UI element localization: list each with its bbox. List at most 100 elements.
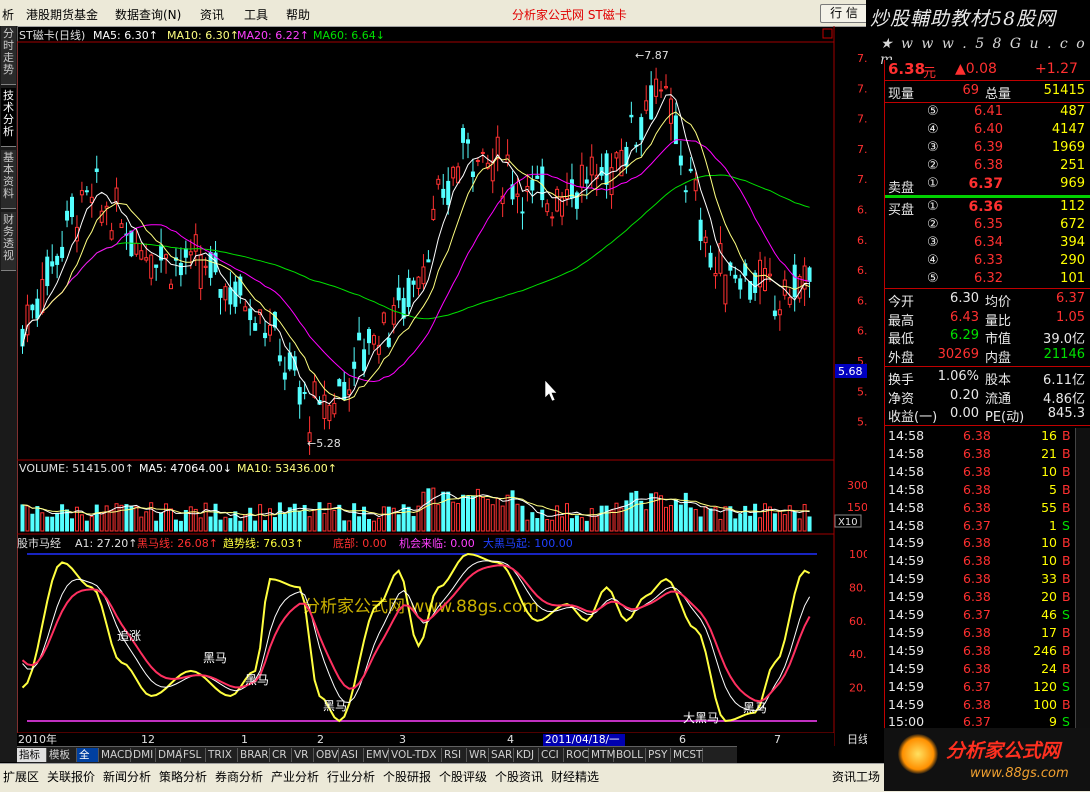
indicator-tab-模板[interactable]: 模板 bbox=[47, 748, 77, 762]
indicator-tab-mcst[interactable]: MCST bbox=[671, 748, 703, 762]
bottom-tab-9[interactable]: 个股资讯 bbox=[495, 768, 543, 785]
bottom-tab-5[interactable]: 产业分析 bbox=[271, 768, 319, 785]
candle-body bbox=[70, 196, 74, 218]
menu-item-news[interactable]: 资讯 bbox=[200, 6, 224, 23]
panel-maximize-icon[interactable] bbox=[822, 28, 833, 39]
bottom-tab-2[interactable]: 新闻分析 bbox=[103, 768, 151, 785]
chart-area[interactable]: ST磁卡(日线) MA5: 6.30↑ MA10: 6.30↑ MA20: 6.… bbox=[17, 26, 867, 746]
tick-volume: 10 bbox=[1041, 535, 1057, 551]
tab-fundamentals[interactable]: 基本资料 bbox=[1, 150, 16, 209]
volume-bar bbox=[159, 512, 164, 532]
bottom-tab-10[interactable]: 财经精选 bbox=[551, 768, 599, 785]
indicator-tab-boll[interactable]: BOLL bbox=[614, 748, 646, 762]
buy-volume: 290 bbox=[1060, 253, 1085, 268]
tick-side: B bbox=[1062, 589, 1071, 605]
quote-button[interactable]: 行 信 bbox=[820, 4, 868, 23]
volume-tick-label: 15000 bbox=[847, 501, 867, 514]
indicator-tab-vol-tdx[interactable]: VOL-TDX bbox=[389, 748, 442, 762]
indicator-tab-obv[interactable]: OBV bbox=[314, 748, 339, 762]
tick-volume: 10 bbox=[1041, 553, 1057, 569]
indicator-tab-dmi[interactable]: DMI bbox=[131, 748, 156, 762]
volume-bar bbox=[634, 490, 639, 532]
volume-bar bbox=[124, 504, 129, 532]
tick-volume: 5 bbox=[1049, 481, 1057, 497]
candle-body bbox=[55, 255, 60, 265]
volume-bar bbox=[297, 510, 302, 532]
price-tick-label: 5.60 bbox=[857, 385, 867, 398]
indicator-tab-mtm[interactable]: MTM bbox=[589, 748, 616, 762]
volume-bar bbox=[35, 506, 40, 532]
bottom-tab-4[interactable]: 券商分析 bbox=[215, 768, 263, 785]
stat-label: 股本 bbox=[985, 373, 1012, 388]
volume-bar bbox=[480, 496, 485, 532]
quote-panel: 6.38 元 ▲0.08 +1.27 现量 69 总量 51415 ⑤ 6.41 4… bbox=[884, 60, 1090, 762]
menu-item-hk-futures[interactable]: 港股期货基金 bbox=[26, 6, 98, 23]
candle-body bbox=[119, 223, 124, 229]
candle-body bbox=[342, 381, 347, 400]
bottom-tab-0[interactable]: 扩展区 bbox=[3, 768, 39, 785]
time-label-7: 7 bbox=[774, 733, 781, 746]
indicator-tab-kdj[interactable]: KDJ bbox=[514, 748, 539, 762]
buy-level: ③ bbox=[927, 235, 939, 250]
volume-bar bbox=[589, 508, 594, 532]
tick-price: 6.38 bbox=[963, 642, 991, 658]
volume-bar bbox=[649, 493, 654, 532]
volume-bar bbox=[312, 509, 317, 532]
bottom-tab-8[interactable]: 个股评级 bbox=[439, 768, 487, 785]
volume-bar bbox=[495, 497, 500, 532]
menu-item-tools[interactable]: 工具 bbox=[244, 6, 268, 23]
sell-level: ① bbox=[927, 176, 939, 191]
period-label[interactable]: 日线 bbox=[847, 732, 867, 746]
left-tab-bar: 分时走势 技术分析 基本资料 财务透视 bbox=[0, 26, 18, 762]
candle-body bbox=[466, 139, 470, 144]
indicator-tab-vr[interactable]: VR bbox=[292, 748, 314, 762]
menu-item-analysis[interactable]: 析 bbox=[2, 6, 14, 23]
indicator-tab-trix[interactable]: TRIX bbox=[206, 748, 238, 762]
indicator-tab-roc[interactable]: ROC bbox=[564, 748, 589, 762]
bottom-tab-1[interactable]: 关联报价 bbox=[47, 768, 95, 785]
tick-price: 6.37 bbox=[963, 517, 991, 533]
tick-volume: 33 bbox=[1041, 571, 1057, 587]
indicator-tab-dma[interactable]: DMA bbox=[156, 748, 182, 762]
volume-bar bbox=[154, 520, 159, 532]
tick-price: 6.38 bbox=[963, 589, 991, 605]
candle-body bbox=[30, 304, 35, 311]
menu-item-data-query[interactable]: 数据查询(N) bbox=[115, 6, 181, 23]
volume-bar bbox=[426, 488, 431, 532]
indicator-tab-sar[interactable]: SAR bbox=[489, 748, 514, 762]
tab-technical[interactable]: 技术分析 bbox=[1, 88, 16, 147]
candle-body bbox=[263, 332, 268, 339]
indicator-tab-指标[interactable]: 指标 bbox=[17, 748, 47, 762]
stat-value: 4.86亿 bbox=[1043, 391, 1085, 407]
tab-intraday[interactable]: 分时走势 bbox=[1, 26, 16, 85]
tick-scrollbar[interactable] bbox=[1075, 428, 1090, 728]
indicator-tab-emv[interactable]: EMV bbox=[364, 748, 389, 762]
candle-body bbox=[579, 164, 584, 188]
indicator-tab-wr[interactable]: WR bbox=[467, 748, 489, 762]
volume-ma10-label: MA10: 53436.00↑ bbox=[237, 462, 337, 475]
bottom-tab-7[interactable]: 个股研报 bbox=[383, 768, 431, 785]
bottom-tab-6[interactable]: 行业分析 bbox=[327, 768, 375, 785]
bottom-tab-11[interactable]: 资讯工场 bbox=[832, 768, 880, 785]
candle-body bbox=[332, 402, 337, 415]
indicator-tab-asi[interactable]: ASI bbox=[339, 748, 364, 762]
tab-financials[interactable]: 财务透视 bbox=[1, 212, 16, 271]
indicator-tab-macd[interactable]: MACD bbox=[99, 748, 132, 762]
volume-bar bbox=[282, 514, 287, 532]
indicator-tab-全部[interactable]: 全部 bbox=[77, 748, 99, 775]
indicator-tab-cr[interactable]: CR bbox=[270, 748, 292, 762]
candle-body bbox=[228, 287, 233, 305]
indicator-tab-brar[interactable]: BRAR bbox=[238, 748, 270, 762]
price-tick-label: 7.80 bbox=[857, 52, 867, 65]
tick-volume: 120 bbox=[1033, 678, 1057, 694]
indicator-tab-psy[interactable]: PSY bbox=[646, 748, 671, 762]
candle-body bbox=[589, 156, 594, 176]
menu-item-help[interactable]: 帮助 bbox=[286, 6, 310, 23]
volume-bar bbox=[530, 512, 535, 532]
buy-price: 6.36 bbox=[968, 199, 1003, 215]
bottom-tab-3[interactable]: 策略分析 bbox=[159, 768, 207, 785]
indicator-tab-rsi[interactable]: RSI bbox=[442, 748, 467, 762]
indicator-tab-cci[interactable]: CCI bbox=[539, 748, 564, 762]
volume-bar bbox=[79, 514, 84, 532]
indicator-tab-fsl[interactable]: FSL bbox=[181, 748, 206, 762]
